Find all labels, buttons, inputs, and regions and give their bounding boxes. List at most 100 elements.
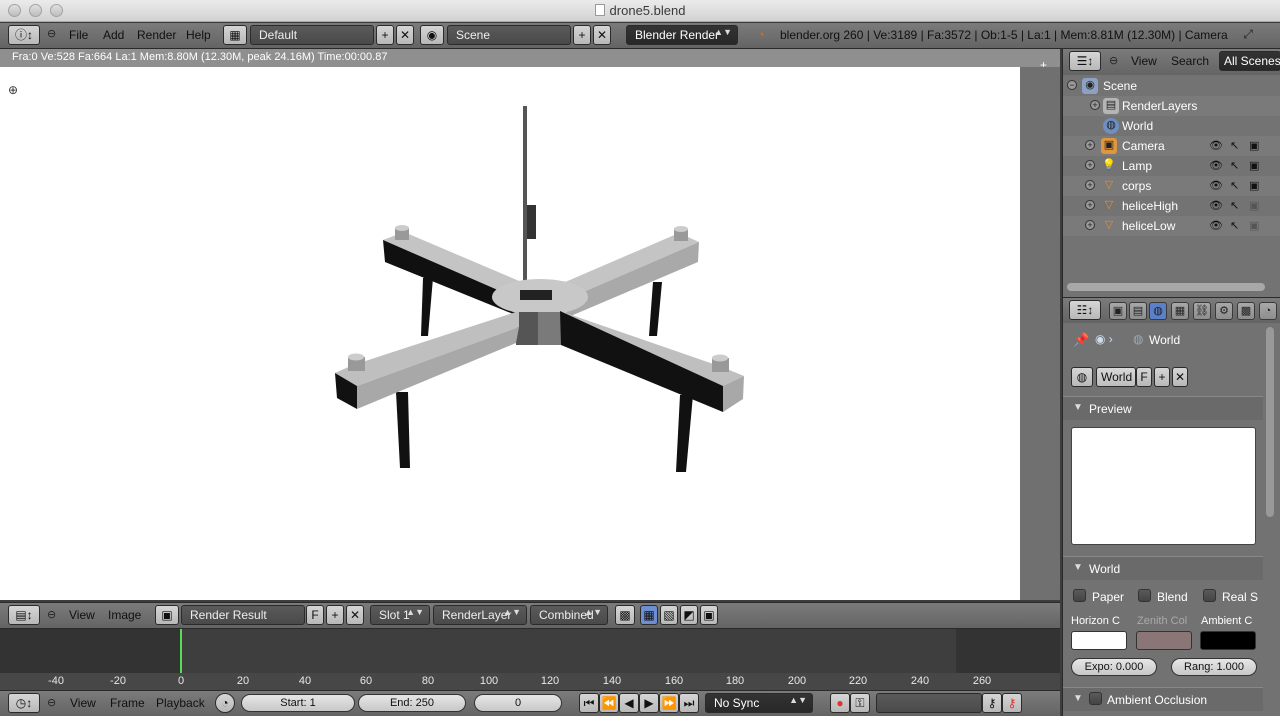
range-field[interactable]: Rang: 1.000 [1171, 658, 1257, 676]
jump-start-icon[interactable]: ⏮ [579, 693, 599, 713]
image-name-field[interactable]: Render Result [181, 605, 305, 625]
render-camera-icon[interactable]: ▣ [1249, 159, 1259, 172]
outliner-row-camera[interactable]: + ▣ Camera 👁 ↖ ▣ [1063, 136, 1280, 156]
eye-icon[interactable]: 👁 [1209, 199, 1223, 212]
alpha-icon[interactable]: ▧ [660, 605, 678, 625]
pin-icon[interactable]: 📌 [1073, 332, 1089, 348]
outliner-row-lamp[interactable]: + 💡 Lamp 👁 ↖ ▣ [1063, 156, 1280, 176]
select-cursor-icon[interactable]: ↖ [1230, 139, 1239, 152]
preview-range-icon[interactable]: ◔ [215, 693, 235, 713]
select-cursor-icon[interactable]: ↖ [1230, 159, 1239, 172]
play-reverse-icon[interactable]: ◀ [619, 693, 639, 713]
world-fake-user-button[interactable]: F [1136, 367, 1152, 387]
new-world-button[interactable]: + [1154, 367, 1170, 387]
scene-icon[interactable]: ◉ [420, 25, 444, 45]
eye-icon[interactable]: 👁 [1209, 139, 1223, 152]
outliner-row-renderlayers[interactable]: + ▤ RenderLayers [1063, 96, 1280, 116]
select-cursor-icon[interactable]: ↖ [1230, 219, 1239, 232]
ambient-occlusion-checkbox[interactable] [1089, 692, 1102, 705]
menu-view[interactable]: View [69, 608, 95, 622]
add-scene-button[interactable]: + [573, 25, 591, 45]
sync-mode-select[interactable]: No Sync ▲▼ [705, 693, 813, 713]
eye-icon[interactable]: 👁 [1209, 159, 1223, 172]
preview-panel-header[interactable]: ▼ Preview [1063, 396, 1263, 420]
menu-frame[interactable]: Frame [110, 696, 145, 710]
pin-image-icon[interactable]: ▣ [700, 605, 718, 625]
menu-search[interactable]: Search [1171, 54, 1209, 68]
world-name-field[interactable]: World [1096, 367, 1136, 387]
screen-layout-icon[interactable]: ▦ [223, 25, 247, 45]
keying-set-field[interactable] [876, 693, 982, 713]
render-layer-select[interactable]: RenderLayer ▲▼ [433, 605, 527, 625]
outliner-row-helicehigh[interactable]: + ▽ heliceHigh 👁 ↖ ▣ [1063, 196, 1280, 216]
object-tab-icon[interactable]: ▦ [1171, 302, 1189, 320]
keying-set-icon[interactable]: ⚿ [850, 693, 870, 713]
outliner-row-world[interactable]: ◍ World [1063, 116, 1280, 136]
next-keyframe-icon[interactable]: ⏩ [659, 693, 679, 713]
render-engine-select[interactable]: Blender Render ▲▼ [626, 25, 738, 45]
record-icon[interactable]: ● [830, 693, 850, 713]
expand-icon[interactable]: + [1085, 160, 1095, 170]
scene-field[interactable]: Scene [447, 25, 571, 45]
image-browse-icon[interactable]: ▣ [155, 605, 179, 625]
menu-help[interactable]: Help [186, 28, 211, 42]
properties-scrollbar[interactable] [1266, 327, 1274, 517]
insert-keyframe-icon[interactable]: ⚷ [982, 693, 1002, 713]
new-image-button[interactable]: + [326, 605, 344, 625]
outliner-editor-type-button[interactable]: ☰↕ [1069, 51, 1101, 71]
menu-file[interactable]: File [69, 28, 88, 42]
expand-icon[interactable]: + [1085, 200, 1095, 210]
current-frame-cursor[interactable] [180, 629, 182, 673]
menu-add[interactable]: Add [103, 28, 124, 42]
remove-scene-button[interactable]: ✕ [593, 25, 611, 45]
jump-end-icon[interactable]: ⏭ [679, 693, 699, 713]
expand-icon[interactable]: + [1085, 140, 1095, 150]
render-tab-icon[interactable]: ▣ [1109, 302, 1127, 320]
paper-sky-checkbox[interactable] [1073, 589, 1086, 602]
eye-icon[interactable]: 👁 [1209, 219, 1223, 232]
draw-channels-icon[interactable]: ▩ [615, 605, 635, 625]
menu-image[interactable]: Image [108, 608, 141, 622]
zbuffer-icon[interactable]: ◩ [680, 605, 698, 625]
render-pass-select[interactable]: Combined ▲▼ [530, 605, 608, 625]
world-panel-header[interactable]: ▼ World [1063, 556, 1263, 580]
start-frame-field[interactable]: Start: 1 [241, 694, 355, 712]
menu-playback[interactable]: Playback [156, 696, 205, 710]
select-cursor-icon[interactable]: ↖ [1230, 179, 1239, 192]
outliner-display-mode[interactable]: All Scenes [1219, 51, 1280, 71]
delete-keyframe-icon[interactable]: ⚷ [1002, 693, 1022, 713]
end-frame-field[interactable]: End: 250 [358, 694, 466, 712]
unlink-world-button[interactable]: ✕ [1172, 367, 1188, 387]
physics-tab-icon[interactable]: ◔ [1259, 302, 1277, 320]
timeline-editor-type-button[interactable]: ◷↕ [8, 693, 40, 713]
editor-type-button[interactable]: ⓘ↕ [8, 25, 40, 45]
collapse-icon[interactable]: − [1067, 80, 1077, 90]
expand-icon[interactable]: + [1090, 100, 1100, 110]
fullscreen-icon[interactable]: ⤢ [1238, 25, 1258, 45]
outliner-row-scene[interactable]: − ◉ Scene [1063, 76, 1280, 96]
unlink-image-button[interactable]: ✕ [346, 605, 364, 625]
play-icon[interactable]: ▶ [639, 693, 659, 713]
outliner-row-corps[interactable]: + ▽ corps 👁 ↖ ▣ [1063, 176, 1280, 196]
outliner-row-helicelow[interactable]: + ▽ heliceLow 👁 ↖ ▣ [1063, 216, 1280, 236]
eye-icon[interactable]: 👁 [1209, 179, 1223, 192]
current-frame-field[interactable]: 0 [474, 694, 562, 712]
menu-view[interactable]: View [70, 696, 96, 710]
prev-keyframe-icon[interactable]: ⏪ [599, 693, 619, 713]
select-cursor-icon[interactable]: ↖ [1230, 199, 1239, 212]
render-result-viewport[interactable]: ⊕ [0, 67, 1020, 600]
collapse-menu-icon[interactable]: ⊖ [47, 27, 56, 40]
expand-icon[interactable]: + [1085, 180, 1095, 190]
exposure-field[interactable]: Expo: 0.000 [1071, 658, 1157, 676]
modifiers-tab-icon[interactable]: ⚙ [1215, 302, 1233, 320]
world-tab-icon[interactable]: ◍ [1149, 302, 1167, 320]
render-camera-icon[interactable]: ▣ [1249, 219, 1259, 232]
collapse-menu-icon[interactable]: ⊖ [1109, 54, 1118, 67]
texture-tab-icon[interactable]: ▩ [1237, 302, 1255, 320]
menu-view[interactable]: View [1131, 54, 1157, 68]
real-sky-checkbox[interactable] [1203, 589, 1216, 602]
ambient-color-swatch[interactable] [1200, 631, 1256, 650]
outliner-scrollbar[interactable] [1067, 283, 1265, 291]
horizon-color-swatch[interactable] [1071, 631, 1127, 650]
remove-layout-button[interactable]: ✕ [396, 25, 414, 45]
